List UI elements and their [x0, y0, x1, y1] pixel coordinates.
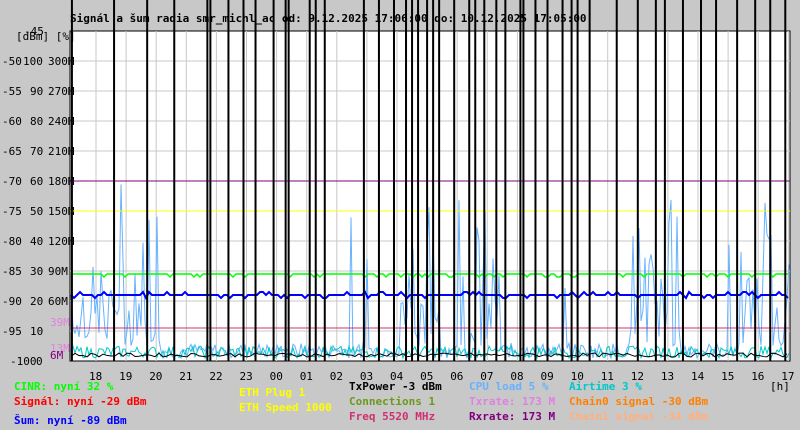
x-unit-label: [h] — [770, 380, 790, 393]
y-tick-rate-extra: 39M — [50, 316, 70, 329]
x-tick: 01 — [300, 370, 313, 383]
y-tick-dbm: -75 — [2, 205, 22, 218]
y-tick-rate: 240M — [48, 115, 75, 128]
y-tick-pct: 90 — [30, 85, 43, 98]
legend-chain0: Chain0 signal -30 dBm — [569, 395, 709, 408]
y-tick-pct: 100 — [23, 55, 43, 68]
y-tick-rate: 120M — [48, 235, 75, 248]
x-tick: 00 — [270, 370, 283, 383]
y-tick-rate: 60M — [48, 295, 68, 308]
y-tick-dbm: -85 — [2, 265, 22, 278]
legend-freq: Freq 5520 MHz — [349, 410, 436, 423]
legend-connections: Connections 1 — [349, 395, 436, 408]
y-tick-dbm: -70 — [2, 175, 22, 188]
y-tick-rate: 210M — [48, 145, 75, 158]
y-tick-dbm: -50 — [2, 55, 22, 68]
x-tick: 16 — [751, 370, 764, 383]
y-tick-pct: 40 — [30, 235, 43, 248]
x-tick: 20 — [149, 370, 162, 383]
x-tick: 06 — [450, 370, 463, 383]
legend-rxrate: Rxrate: 173 M — [469, 410, 556, 423]
chart-canvas: -45-50 100 300M-55 90 270M-60 80 240M-65 70 210M… — [2, 0, 795, 393]
y-tick-pct: 30 — [30, 265, 43, 278]
x-tick: 19 — [119, 370, 132, 383]
y-tick-rate: 270M — [48, 85, 75, 98]
legend-cinr: CINR: nyní 32 % — [14, 380, 114, 393]
legend-eth-speed: ETH Speed 1000 — [239, 401, 332, 414]
y-tick-pct: 10 — [30, 325, 43, 338]
y-tick-dbm: -55 — [2, 85, 22, 98]
x-tick: 14 — [691, 370, 705, 383]
y-tick-pct: 60 — [30, 175, 43, 188]
y-tick-pct: 20 — [30, 295, 43, 308]
x-tick: 21 — [179, 370, 192, 383]
x-tick: 15 — [721, 370, 734, 383]
y-tick-dbm: -65 — [2, 145, 22, 158]
legend-noise: Šum: nyní -89 dBm — [14, 414, 127, 427]
y-tick-rate-extra: 6M — [50, 349, 64, 362]
y-tick-dbm: -60 — [2, 115, 22, 128]
y-tick-dbm: -80 — [2, 235, 22, 248]
legend-cpu: CPU load 5 % — [469, 380, 549, 393]
y-tick-pct: 50 — [30, 205, 43, 218]
x-tick: 22 — [209, 370, 222, 383]
y-tick-pct: 70 — [30, 145, 43, 158]
y-tick-dbm: -90 — [2, 295, 22, 308]
x-tick: 23 — [240, 370, 253, 383]
y-unit-label: [dBm] [%] — [16, 30, 76, 43]
y-tick-rate: 300M — [48, 55, 75, 68]
legend-txrate: Txrate: 173 M — [469, 395, 556, 408]
y-tick-rate: 90M — [48, 265, 68, 278]
chart-title: Signál a šum radia smr_michl_ac od: 9.12… — [70, 12, 587, 25]
legend-signal: Signál: nyní -29 dBm — [14, 395, 147, 408]
legend-eth-plug: ETH Plug 1 — [239, 386, 306, 399]
y-tick-pct: 0 — [36, 355, 43, 368]
y-tick-dbm: -95 — [2, 325, 22, 338]
legend-txpower: TxPower -3 dBm — [349, 380, 442, 393]
y-tick-pct: 80 — [30, 115, 43, 128]
x-tick: 13 — [661, 370, 674, 383]
x-tick: 02 — [330, 370, 343, 383]
legend-chain1: Chain1 signal -34 dBm — [569, 410, 709, 423]
y-tick-dbm: -100 — [10, 355, 37, 368]
signal-noise-chart: -45 -50 100 300M -55 90 270M -60 80 240M -65 70 210M… — [0, 0, 800, 430]
legend-airtime: Airtime 3 % — [569, 380, 642, 393]
